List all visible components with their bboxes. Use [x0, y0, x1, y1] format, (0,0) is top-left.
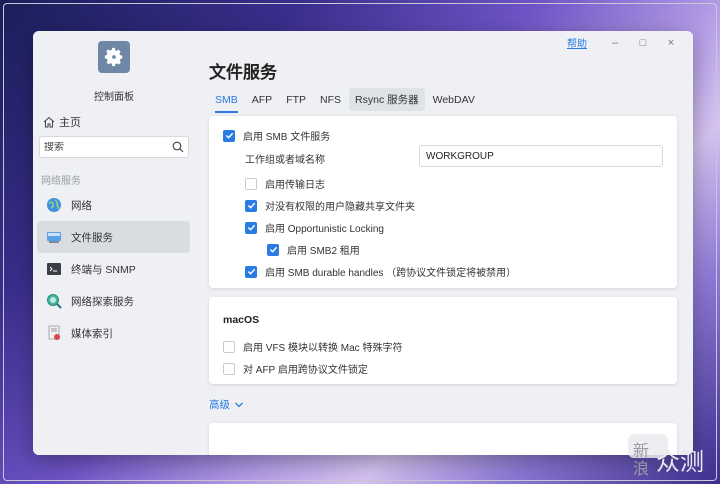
- terminal-icon: [45, 260, 63, 278]
- sidebar-item-file-services[interactable]: 文件服务: [37, 221, 190, 253]
- vfs-module-label: 启用 VFS 模块以转换 Mac 特殊字符: [243, 343, 403, 354]
- durable-handles-checkbox[interactable]: [245, 265, 257, 278]
- oplocks-row: 启用 Opportunistic Locking: [245, 220, 384, 235]
- globe-icon: [45, 196, 63, 214]
- sidebar-item-label: 终端与 SNMP: [71, 263, 136, 276]
- durable-handles-label: 启用 SMB durable handles （跨协议文件锁定将被禁用）: [265, 268, 517, 279]
- app-title: 控制面板: [94, 92, 134, 103]
- sidebar-item-label: 文件服务: [71, 231, 113, 244]
- main-content: 文件服务 SMB AFP FTP NFS Rsync 服务器 WebDAV 启用…: [195, 31, 693, 455]
- transfer-log-label: 启用传输日志: [265, 180, 325, 191]
- sidebar-item-label: 媒体索引: [71, 327, 113, 340]
- home-icon: [43, 116, 55, 128]
- sidebar-item-network[interactable]: 网络: [37, 189, 190, 221]
- smb2-lease-row: 启用 SMB2 租用: [267, 242, 360, 257]
- sidebar-item-home[interactable]: 主页: [43, 114, 81, 130]
- minimize-button[interactable]: –: [601, 37, 629, 49]
- watermark-text-2: 浪: [633, 459, 650, 478]
- workgroup-row: 工作组或者域名称: [245, 151, 325, 166]
- afp-lock-checkbox[interactable]: [223, 362, 235, 375]
- workgroup-label: 工作组或者域名称: [245, 155, 325, 166]
- macos-settings-card: macOS 启用 VFS 模块以转换 Mac 特殊字符 对 AFP 启用跨协议文…: [209, 297, 677, 384]
- hide-shares-row: 对没有权限的用户隐藏共享文件夹: [245, 198, 415, 213]
- sidebar-group-label: 网络服务: [41, 176, 81, 187]
- discovery-icon: [45, 292, 63, 310]
- sidebar-item-label: 网络: [71, 199, 92, 212]
- sidebar-search: [39, 136, 189, 158]
- sidebar: 控制面板 主页 网络服务 网络: [33, 31, 195, 455]
- tab-webdav[interactable]: WebDAV: [427, 90, 481, 110]
- sidebar-item-media-index[interactable]: 媒体索引: [37, 317, 190, 349]
- tab-rsync[interactable]: Rsync 服务器: [349, 88, 425, 111]
- sidebar-nav: 网络 文件服务 终端与 SNMP 网络探索服务 媒体索引: [37, 189, 190, 349]
- maximize-button[interactable]: □: [629, 37, 657, 49]
- enable-smb-checkbox[interactable]: [223, 129, 235, 142]
- sidebar-item-label: 网络探索服务: [71, 295, 134, 308]
- vfs-module-checkbox[interactable]: [223, 340, 235, 353]
- media-index-icon: [45, 324, 63, 342]
- close-button[interactable]: ×: [657, 37, 685, 49]
- enable-smb-label: 启用 SMB 文件服务: [243, 132, 331, 143]
- search-icon[interactable]: [172, 141, 184, 153]
- tab-smb[interactable]: SMB: [209, 90, 244, 113]
- page-title: 文件服务: [209, 63, 277, 82]
- sidebar-item-terminal-snmp[interactable]: 终端与 SNMP: [37, 253, 190, 285]
- enable-smb-row: 启用 SMB 文件服务: [223, 128, 330, 143]
- tab-afp[interactable]: AFP: [246, 90, 278, 110]
- home-label: 主页: [59, 117, 81, 129]
- advanced-toggle[interactable]: 高级: [209, 397, 244, 412]
- advanced-card: [209, 423, 677, 455]
- tab-nfs[interactable]: NFS: [314, 90, 347, 110]
- oplocks-checkbox[interactable]: [245, 221, 257, 234]
- hide-shares-checkbox[interactable]: [245, 199, 257, 212]
- smb-settings-card: 启用 SMB 文件服务 工作组或者域名称 启用传输日志 对没有权限的用户隐藏共享…: [209, 116, 677, 288]
- transfer-log-row: 启用传输日志: [245, 176, 325, 191]
- hide-shares-label: 对没有权限的用户隐藏共享文件夹: [265, 202, 415, 213]
- durable-handles-row: 启用 SMB durable handles （跨协议文件锁定将被禁用）: [245, 264, 516, 279]
- service-tabs: SMB AFP FTP NFS Rsync 服务器 WebDAV: [209, 88, 483, 113]
- window-controls: 帮助 – □ ×: [567, 35, 685, 51]
- file-service-icon: [45, 228, 63, 246]
- sidebar-item-network-discovery[interactable]: 网络探索服务: [37, 285, 190, 317]
- advanced-label: 高级: [209, 399, 230, 411]
- tab-ftp[interactable]: FTP: [280, 90, 312, 110]
- watermark-logo: 新 浪 众测: [628, 434, 718, 482]
- control-panel-gear-icon: [98, 41, 130, 73]
- afp-lock-label: 对 AFP 启用跨协议文件锁定: [243, 365, 368, 376]
- watermark-text-3: 众测: [656, 448, 704, 476]
- oplocks-label: 启用 Opportunistic Locking: [265, 224, 384, 235]
- control-panel-window: 控制面板 主页 网络服务 网络: [33, 31, 693, 455]
- search-input[interactable]: [44, 141, 169, 153]
- help-link[interactable]: 帮助: [567, 35, 587, 50]
- smb2-lease-label: 启用 SMB2 租用: [287, 246, 360, 257]
- workgroup-field[interactable]: [419, 145, 663, 167]
- macos-heading: macOS: [223, 314, 260, 326]
- smb2-lease-checkbox[interactable]: [267, 243, 279, 256]
- transfer-log-checkbox[interactable]: [245, 177, 257, 190]
- vfs-module-row: 启用 VFS 模块以转换 Mac 特殊字符: [223, 339, 402, 354]
- chevron-down-icon: [234, 400, 244, 410]
- afp-lock-row: 对 AFP 启用跨协议文件锁定: [223, 361, 368, 376]
